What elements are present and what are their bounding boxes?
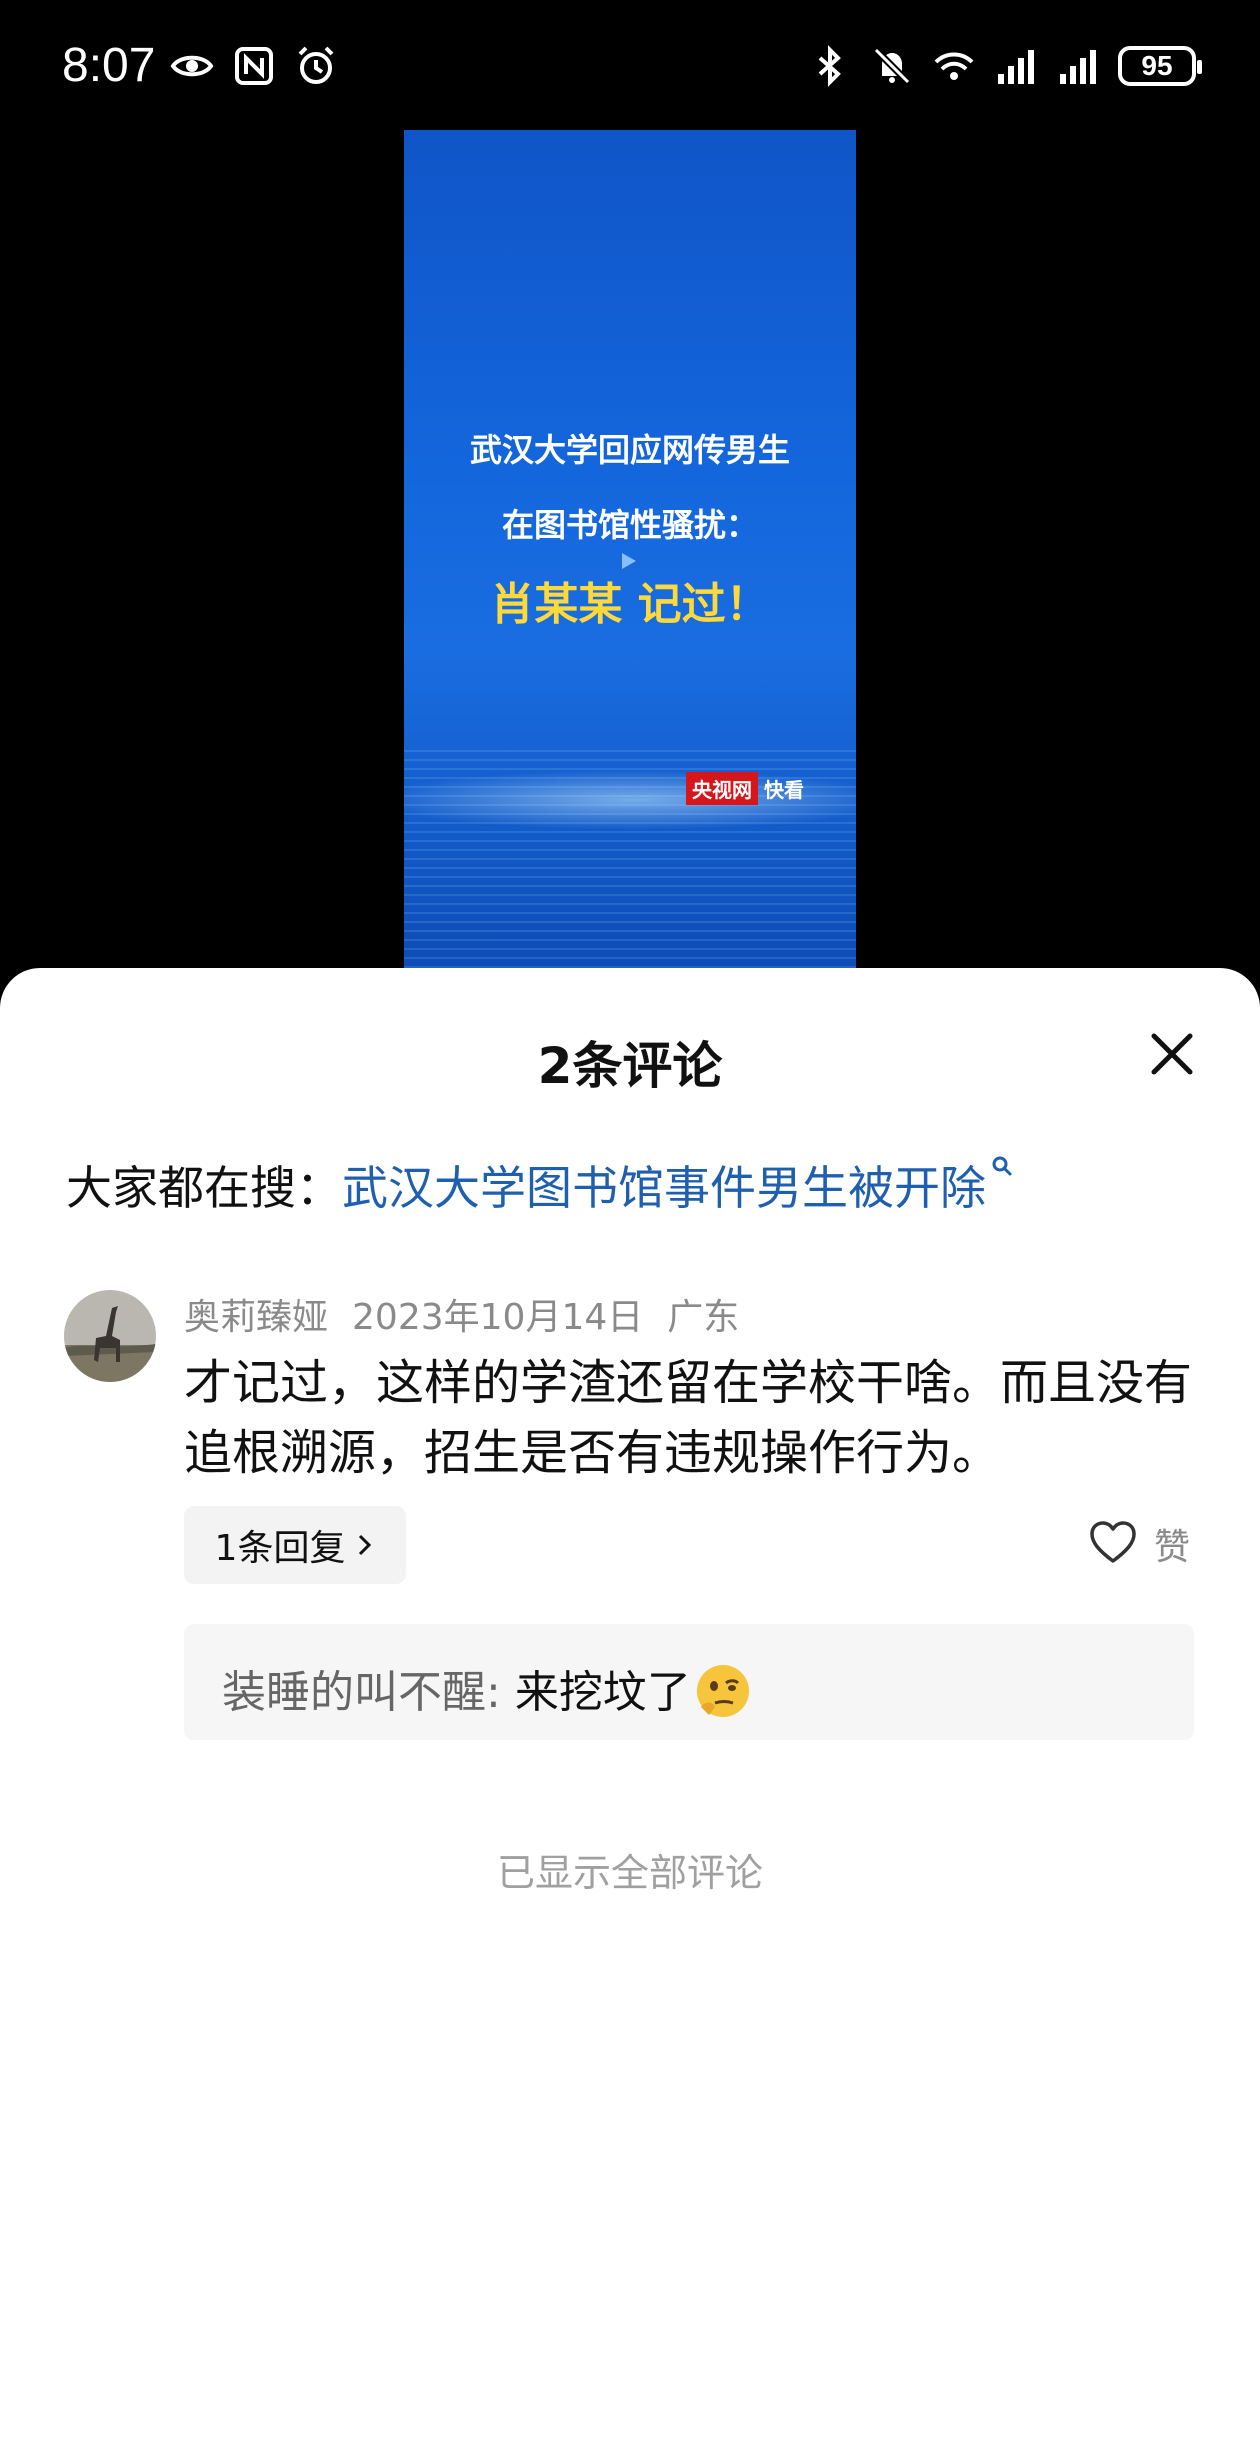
reply-preview[interactable]: 装睡的叫不醒: 来挖坟了	[184, 1624, 1194, 1740]
bluetooth-icon	[818, 45, 841, 87]
all-comments-shown-text: 已显示全部评论	[496, 1851, 763, 1895]
comment-count-title: 2条评论	[537, 1037, 723, 1095]
video-headline-3: 肖某某 记过！	[490, 579, 770, 630]
trending-search-label: 大家都在搜：	[66, 1161, 342, 1215]
reply-author[interactable]: 装睡的叫不醒:	[222, 1667, 501, 1718]
avatar[interactable]	[64, 1290, 156, 1382]
battery-indicator: 95	[1118, 46, 1202, 86]
search-icon[interactable]	[990, 1154, 1014, 1178]
status-time: 8:07	[62, 39, 156, 92]
play-icon[interactable]	[622, 553, 636, 569]
trending-search-row: 大家都在搜：武汉大学图书馆事件男生被开除	[66, 1152, 1014, 1218]
comment-date: 2023年10月14日	[352, 1297, 644, 1338]
signal-icon-2	[1060, 50, 1096, 84]
trending-search-link[interactable]: 武汉大学图书馆事件男生被开除	[342, 1161, 986, 1215]
nfc-icon	[235, 47, 273, 85]
video-player[interactable]: 武汉大学回应网传男生 在图书馆性骚扰： 肖某某 记过！ 央视网 快看	[404, 130, 856, 972]
comment-location: 广东	[667, 1297, 740, 1338]
reply-content: 来挖坟了	[500, 1667, 691, 1718]
comment-sheet: 2条评论 大家都在搜：武汉大学图书馆事件男生被开除 奥莉臻娅 2023年10月14…	[0, 968, 1260, 2448]
status-bar: 8:07 95	[0, 0, 1260, 130]
status-right-icons: 95	[808, 44, 1202, 88]
mute-bell-icon	[873, 47, 911, 85]
wifi-6-icon	[934, 52, 974, 80]
comment-author[interactable]: 奥莉臻娅	[184, 1297, 328, 1338]
thinking-face-emoji-icon	[696, 1665, 749, 1717]
comment-meta: 奥莉臻娅 2023年10月14日 广东	[184, 1288, 763, 1340]
view-replies-label: 1条回复	[214, 1528, 346, 1569]
comment-text[interactable]: 才记过，这样的学渣还留在学校干啥。而且没有追根溯源，招生是否有违规操作行为。	[184, 1348, 1204, 1488]
video-headline-1: 武汉大学回应网传男生	[469, 431, 790, 469]
view-replies-button[interactable]: 1条回复	[184, 1506, 406, 1584]
alarm-icon	[298, 46, 334, 84]
signal-icon	[998, 50, 1034, 84]
video-headline-2: 在图书馆性骚扰：	[501, 506, 758, 544]
giraffe-avatar-image	[64, 1290, 156, 1382]
video-logo-suffix: 快看	[764, 778, 804, 802]
close-icon[interactable]	[1140, 1022, 1204, 1086]
video-source-logo: 央视网 快看	[686, 772, 804, 805]
video-logo-brand: 央视网	[686, 772, 758, 805]
eye-icon	[170, 55, 214, 77]
status-left-icons	[170, 44, 338, 88]
like-label[interactable]: 赞	[1154, 1518, 1190, 1570]
heart-icon[interactable]	[1088, 1518, 1138, 1568]
chevron-right-icon	[359, 1534, 372, 1556]
reply-preview-text: 装睡的叫不醒: 来挖坟了	[222, 1656, 753, 1721]
